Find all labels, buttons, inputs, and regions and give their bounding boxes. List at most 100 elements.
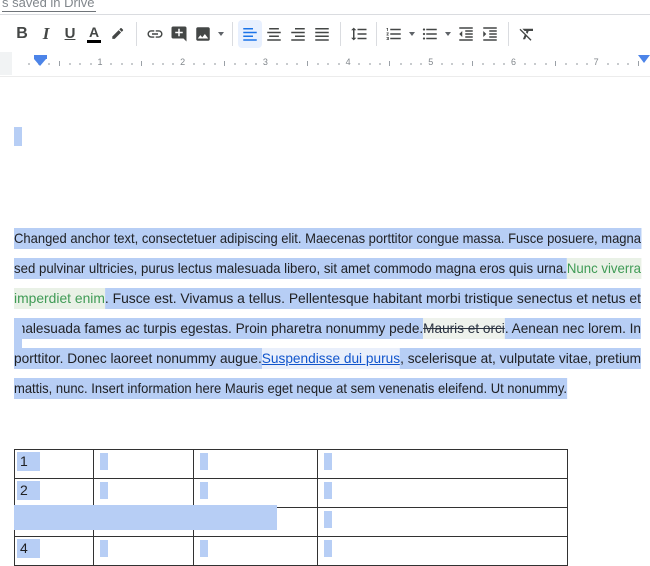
numbered-list-dropdown[interactable] xyxy=(406,20,418,48)
table-cell-r3c4[interactable] xyxy=(318,508,568,537)
ruler-tick-dot xyxy=(214,63,216,65)
add-comment-button[interactable] xyxy=(167,20,191,48)
ruler-half-tick xyxy=(224,61,225,66)
ruler-tick-dot xyxy=(234,63,236,65)
ruler-tick-dot xyxy=(503,63,505,65)
ruler-inch-label: 5 xyxy=(428,57,433,67)
right-indent-marker[interactable] xyxy=(638,55,650,63)
ruler-tick-dot xyxy=(255,63,257,65)
table-cell-r1c2[interactable] xyxy=(94,450,194,479)
line-spacing-button[interactable] xyxy=(347,20,371,48)
increase-indent-button[interactable] xyxy=(478,20,502,48)
numbered-list-button[interactable] xyxy=(382,20,406,48)
ruler-tick-dot xyxy=(586,63,588,65)
ruler-inch-label: 1 xyxy=(97,57,102,67)
ruler-tick-dot xyxy=(152,63,154,65)
ruler-tick-dot xyxy=(441,63,443,65)
bold-button[interactable]: B xyxy=(10,20,34,48)
decrease-indent-button[interactable] xyxy=(454,20,478,48)
ruler-half-tick xyxy=(389,61,390,66)
insert-image-button[interactable] xyxy=(191,20,215,48)
ruler-tick-dot xyxy=(369,63,371,65)
paragraph-line-2[interactable]: sed pulvinar ultricies, purus lectus mal… xyxy=(14,253,646,283)
suggested-deletion-text: Mauris et orci xyxy=(423,318,505,339)
align-left-button[interactable] xyxy=(238,20,262,48)
bulleted-list-dropdown[interactable] xyxy=(442,20,454,48)
toolbar-separator xyxy=(232,22,233,46)
ruler-tick-dot xyxy=(327,63,329,65)
selected-body-text: Changed anchor text, consectetuer adipis… xyxy=(14,228,641,249)
selected-empty-lines xyxy=(14,318,22,352)
document-page[interactable]: Changed anchor text, consectetuer adipis… xyxy=(0,77,650,526)
table-cell-r1c1[interactable]: 1 xyxy=(15,450,94,479)
ruler-inch-label: 7 xyxy=(594,57,599,67)
align-center-button[interactable] xyxy=(262,20,286,48)
selected-body-text: sed pulvinar ultricies, purus lectus mal… xyxy=(14,258,567,279)
paragraph-line-6[interactable]: mattis, nunc. Insert information here Ma… xyxy=(14,373,646,403)
italic-button[interactable]: I xyxy=(34,20,58,48)
ruler-tick-dot xyxy=(110,63,112,65)
ruler-tick-dot xyxy=(28,63,30,65)
align-right-button[interactable] xyxy=(286,20,310,48)
ruler-tick-dot xyxy=(131,63,133,65)
horizontal-ruler[interactable]: 1234567 xyxy=(0,52,650,77)
save-status-text[interactable]: s saved in Drive xyxy=(2,0,96,12)
insert-link-button[interactable] xyxy=(143,20,167,48)
table-cell-r2c4[interactable] xyxy=(318,479,568,508)
highlight-color-button[interactable] xyxy=(106,20,130,48)
selected-cell-text: 1 xyxy=(17,452,40,471)
ruler-tick-dot xyxy=(565,63,567,65)
justify-button[interactable] xyxy=(310,20,334,48)
table-row: 2 xyxy=(15,479,568,508)
chevron-down-icon xyxy=(409,32,415,36)
table-cell-r4c3[interactable] xyxy=(194,537,318,566)
ruler-tick-dot xyxy=(524,63,526,65)
table-cell-r4c1[interactable]: 4 xyxy=(15,537,94,566)
table-cell-r1c4[interactable] xyxy=(318,450,568,479)
selected-cell-text: 2 xyxy=(17,481,40,500)
bulleted-list-button[interactable] xyxy=(418,20,442,48)
selected-empty-cell-mark xyxy=(100,540,108,557)
left-indent-marker[interactable] xyxy=(34,55,47,66)
ruler-tick-dot xyxy=(162,63,164,65)
ruler-half-tick xyxy=(472,61,473,66)
table-cell-r2c3[interactable] xyxy=(194,479,318,508)
underline-button[interactable]: U xyxy=(58,20,82,48)
selected-empty-line xyxy=(14,127,22,146)
ruler-tick-dot xyxy=(203,63,205,65)
toolbar-separator xyxy=(376,22,377,46)
underline-icon: U xyxy=(65,26,76,41)
selected-cell-text: 4 xyxy=(17,539,40,558)
paragraph-line-3[interactable]: imperdiet enim. Fusce est. Vivamus a tel… xyxy=(14,283,646,313)
selected-empty-cell-mark xyxy=(200,482,208,499)
selected-empty-cell-mark xyxy=(324,540,332,557)
decrease-indent-icon xyxy=(457,25,475,43)
paragraph-line-4[interactable]: malesuada fames ac turpis egestas. Proin… xyxy=(14,313,646,343)
ruler-tick-dot xyxy=(607,63,609,65)
ruler-tick-dot xyxy=(451,63,453,65)
selected-body-text: , scelerisque at, vulputate vitae, preti… xyxy=(400,348,641,369)
table-cell-r4c2[interactable] xyxy=(94,537,194,566)
paragraph-line-1[interactable]: Changed anchor text, consectetuer adipis… xyxy=(14,223,646,253)
table-cell-r2c2[interactable] xyxy=(94,479,194,508)
table-cell-r1c3[interactable] xyxy=(194,450,318,479)
paragraph-text[interactable]: Changed anchor text, consectetuer adipis… xyxy=(14,223,646,403)
clear-formatting-icon xyxy=(518,25,536,43)
ruler-tick-dot xyxy=(410,63,412,65)
ruler-tick-dot xyxy=(245,63,247,65)
chevron-down-icon xyxy=(218,32,224,36)
ruler-tick-dot xyxy=(534,63,536,65)
table-cell-r2c1[interactable]: 2 xyxy=(15,479,94,508)
ruler-tick-dot xyxy=(317,63,319,65)
table-cell-r4c4[interactable] xyxy=(318,537,568,566)
hyperlink-text[interactable]: Suspendisse dui purus xyxy=(262,348,400,369)
align-center-icon xyxy=(265,25,283,43)
italic-icon: I xyxy=(43,25,50,42)
text-color-icon: A xyxy=(87,25,101,43)
paragraph-line-5[interactable]: porttitor. Donec laoreet nonummy augue. … xyxy=(14,343,646,373)
suggested-insertion-text: imperdiet enim xyxy=(14,288,105,309)
text-color-button[interactable]: A xyxy=(82,20,106,48)
clear-formatting-button[interactable] xyxy=(515,20,539,48)
justify-icon xyxy=(313,25,331,43)
insert-image-dropdown[interactable] xyxy=(215,20,227,48)
